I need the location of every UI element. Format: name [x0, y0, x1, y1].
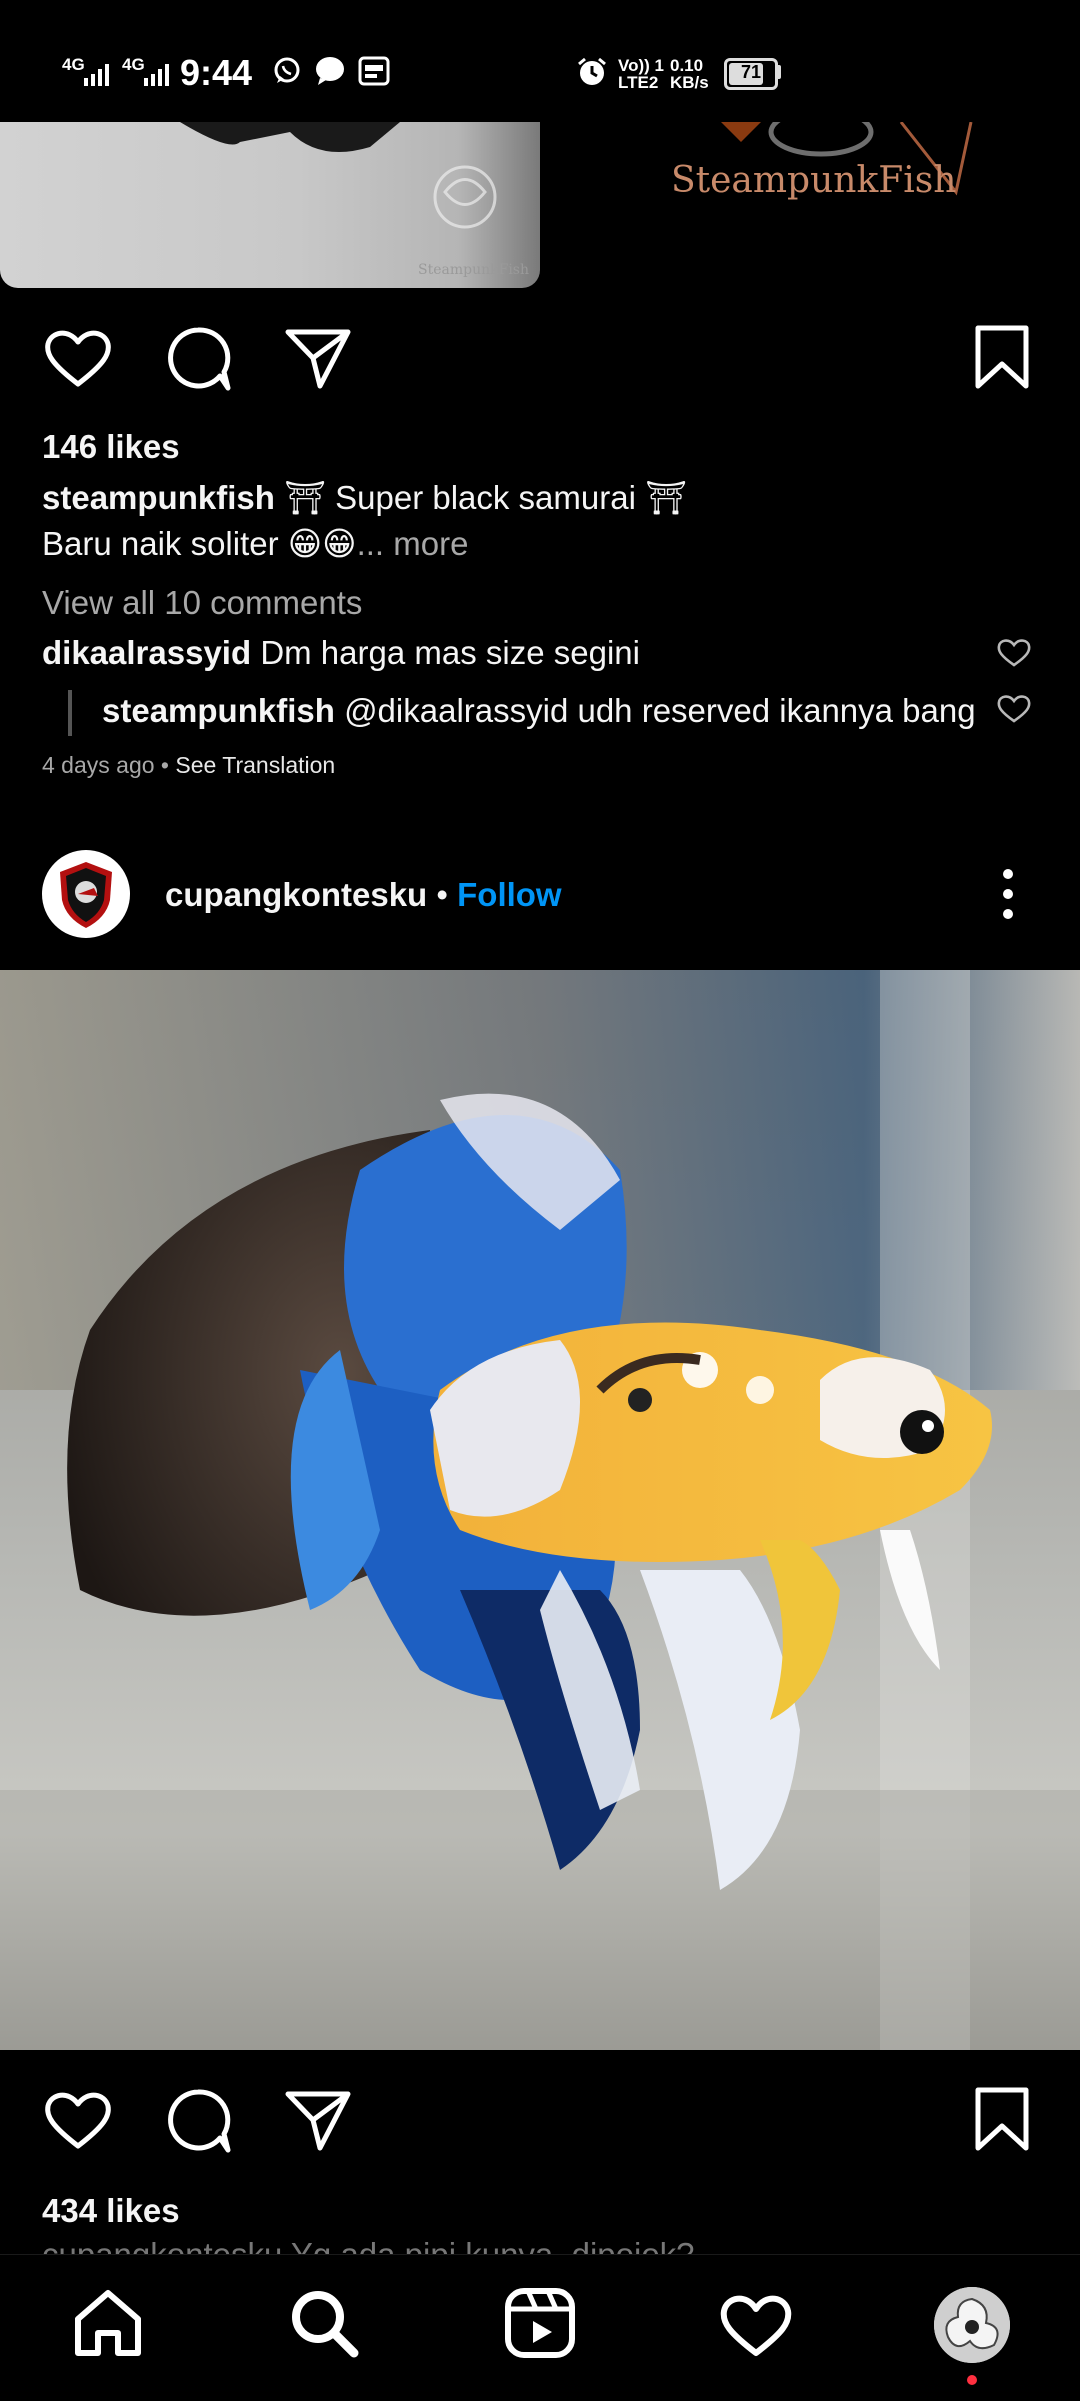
nav-activity[interactable]	[716, 2283, 796, 2363]
reply-text: @dikaalrassyid udh reserved ikannya bang	[344, 692, 976, 729]
bottom-navigation	[0, 2254, 1080, 2401]
status-bar: 4G 4G 9:44 Vo)) 1 LTE2 0.10 KB/s 71	[0, 0, 1080, 122]
whatsapp-icon	[274, 57, 300, 83]
share-button-2[interactable]	[282, 2084, 354, 2156]
brand-name: SteampunkFish	[671, 160, 957, 201]
comment-username[interactable]: dikaalrassyid	[42, 634, 251, 671]
caption-partial-text: cupangkontesku Yg ada pipi kunya..dipojo…	[42, 2236, 695, 2254]
heart-icon	[45, 330, 111, 387]
view-all-comments[interactable]: View all 10 comments	[42, 584, 362, 622]
notification-dot	[967, 2375, 977, 2385]
network-speed-unit: KB/s	[670, 73, 709, 92]
reels-icon	[505, 2288, 575, 2358]
post-image-left[interactable]: SteampunkFish	[0, 122, 540, 288]
post-image[interactable]	[0, 970, 1080, 2050]
comment-2: steampunkfish @dikaalrassyid udh reserve…	[102, 692, 976, 730]
nav-reels[interactable]	[500, 2283, 580, 2363]
lte-indicator: LTE2	[618, 73, 659, 92]
nav-profile[interactable]	[934, 2287, 1010, 2363]
caption-partial: cupangkontesku Yg ada pipi kunya..dipojo…	[42, 2236, 1042, 2254]
post-header: cupangkontesku • Follow	[165, 876, 562, 914]
post-time: 4 days ago	[42, 752, 155, 778]
comment-icon	[168, 2089, 231, 2153]
heart-icon	[45, 2092, 111, 2149]
profile-avatar	[934, 2287, 1010, 2363]
activity-heart-icon	[720, 2295, 792, 2356]
post-image-right[interactable]: SteampunkFish	[541, 122, 1080, 288]
battery-percent: 71	[740, 62, 762, 82]
send-icon	[285, 2091, 351, 2151]
network-type-1: 4G	[62, 55, 85, 74]
nav-home[interactable]	[68, 2283, 148, 2363]
see-translation-link[interactable]: See Translation	[175, 752, 335, 778]
battery-icon: 71	[724, 58, 778, 90]
caption-username[interactable]: steampunkfish	[42, 479, 275, 516]
post-author-avatar[interactable]	[42, 850, 130, 938]
bookmark-icon	[975, 2087, 1029, 2151]
volte-indicator: Vo)) 1	[618, 56, 664, 75]
save-button[interactable]	[966, 322, 1038, 394]
nav-search[interactable]	[284, 2283, 364, 2363]
meta-dot: •	[160, 752, 169, 778]
watermark-text: SteampunkFish	[418, 262, 529, 278]
caption-text: ⛩ Super black samurai ⛩	[284, 479, 687, 516]
signal-icon	[84, 64, 109, 86]
betta-fish-photo	[0, 970, 1080, 2050]
follow-button[interactable]: Follow	[457, 876, 561, 913]
caption-text-2: Baru naik soliter 😁😁	[42, 525, 357, 562]
home-icon	[75, 2290, 141, 2356]
fish-fin-shape	[180, 122, 400, 152]
likes-count-2[interactable]: 434 likes	[42, 2192, 180, 2230]
message-icon	[316, 57, 344, 85]
reply-username[interactable]: steampunkfish	[102, 692, 335, 729]
alarm-icon	[578, 57, 606, 85]
comment-icon	[168, 327, 231, 391]
network-type-2: 4G	[122, 55, 145, 74]
watermark-logo	[433, 165, 497, 229]
more-link[interactable]: ... more	[357, 525, 469, 562]
likes-count[interactable]: 146 likes	[42, 428, 180, 466]
comment-button[interactable]	[162, 322, 234, 394]
comment-button-2[interactable]	[162, 2084, 234, 2156]
comment-like-icon[interactable]	[996, 636, 1032, 668]
bookmark-icon	[975, 325, 1029, 389]
comment-text: Dm harga mas size segini	[260, 634, 640, 671]
send-icon	[285, 329, 351, 389]
reply-thread-line	[68, 690, 72, 736]
network-speed: 0.10	[670, 56, 704, 75]
like-button-2[interactable]	[42, 2084, 114, 2156]
comment-1: dikaalrassyid Dm harga mas size segini	[42, 634, 640, 672]
reply-like-icon[interactable]	[996, 692, 1032, 724]
shield-logo	[60, 862, 112, 928]
share-button[interactable]	[282, 322, 354, 394]
clock: 9:44	[180, 52, 253, 93]
post-caption-line2: Baru naik soliter 😁😁... more	[42, 524, 468, 563]
header-dot: •	[436, 876, 448, 913]
battery-cap	[776, 65, 781, 79]
like-button[interactable]	[42, 322, 114, 394]
gallery-icon	[358, 56, 390, 86]
post-username[interactable]: cupangkontesku	[165, 876, 427, 913]
signal-icon-2	[144, 64, 169, 86]
more-options-icon[interactable]	[990, 866, 1026, 922]
save-button-2[interactable]	[966, 2084, 1038, 2156]
post-caption: steampunkfish ⛩ Super black samurai ⛩	[42, 479, 1042, 518]
post-meta: 4 days ago • See Translation	[42, 752, 335, 779]
search-icon	[292, 2291, 359, 2358]
